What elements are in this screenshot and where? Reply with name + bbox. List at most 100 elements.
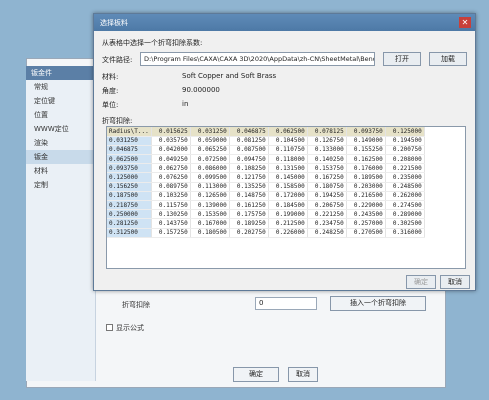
table-cell[interactable]: 0.094750	[229, 154, 269, 165]
table-cell[interactable]: 0.035750	[151, 136, 191, 146]
table-row[interactable]: 0.281250 0.143750 0.167000 0.189250 0.212500…	[107, 218, 425, 229]
table-row[interactable]: 0.046875 0.042000 0.065250 0.087500 0.110750…	[107, 145, 425, 156]
row-header-cell[interactable]: 0.046875	[107, 145, 152, 156]
row-header-cell[interactable]: 0.250000	[107, 209, 152, 220]
table-cell[interactable]: 0.206750	[307, 200, 347, 211]
table-cell[interactable]: 0.194500	[385, 136, 425, 146]
sidebar-item[interactable]: 渲染	[26, 136, 95, 150]
load-button[interactable]: 加载	[429, 52, 467, 66]
row-header-cell[interactable]: 0.312500	[107, 228, 152, 238]
table-cell[interactable]: 0.131500	[268, 163, 308, 174]
table-cell[interactable]: 0.316000	[385, 228, 425, 238]
sidebar-item[interactable]: WWW定位	[26, 122, 95, 136]
table-cell[interactable]: 0.087500	[229, 145, 269, 156]
sidebar-item[interactable]: 定位键	[26, 94, 95, 108]
row-header-cell[interactable]: 0.031250	[107, 136, 152, 146]
file-path-input[interactable]: D:\Program Files\CAXA\CAXA 3D\2020\AppDa…	[140, 52, 375, 66]
table-cell[interactable]: 0.126750	[307, 136, 347, 146]
dialog-titlebar[interactable]: 选择板料 ✕	[94, 14, 475, 31]
table-cell[interactable]: 0.081250	[229, 136, 269, 146]
bend-deduction-table[interactable]: Radius\T... 0.015625 0.031250 0.046875 0.062…	[106, 126, 466, 269]
table-cell[interactable]: 0.167000	[190, 218, 230, 229]
table-cell[interactable]: 0.167250	[307, 172, 347, 183]
table-cell[interactable]: 0.274500	[385, 200, 425, 211]
table-column-header[interactable]: 0.031250	[190, 127, 230, 137]
row-header-cell[interactable]: 0.062500	[107, 154, 152, 165]
table-cell[interactable]: 0.099500	[190, 172, 230, 183]
sidebar-item[interactable]: 定制	[26, 178, 95, 192]
table-column-header[interactable]: 0.046875	[229, 127, 269, 137]
table-cell[interactable]: 0.155250	[346, 145, 386, 156]
table-cell[interactable]: 0.113000	[190, 182, 230, 192]
table-cell[interactable]: 0.262000	[385, 191, 425, 202]
table-cell[interactable]: 0.121750	[229, 172, 269, 183]
table-cell[interactable]: 0.216500	[346, 191, 386, 202]
table-cell[interactable]: 0.161250	[229, 200, 269, 211]
close-icon[interactable]: ✕	[459, 17, 471, 28]
table-cell[interactable]: 0.189500	[346, 172, 386, 183]
table-cell[interactable]: 0.172000	[268, 191, 308, 202]
table-cell[interactable]: 0.126500	[190, 191, 230, 202]
row-header-cell[interactable]: 0.156250	[107, 182, 152, 192]
table-cell[interactable]: 0.149000	[346, 136, 386, 146]
table-cell[interactable]: 0.157250	[151, 228, 191, 238]
table-row[interactable]: 0.062500 0.049250 0.072500 0.094750 0.118000…	[107, 154, 425, 165]
table-row[interactable]: 0.312500 0.157250 0.180500 0.202750 0.226000…	[107, 228, 425, 238]
table-cell[interactable]: 0.104500	[268, 136, 308, 146]
dialog-cancel-button[interactable]: 取消	[440, 275, 470, 289]
table-cell[interactable]: 0.153750	[307, 163, 347, 174]
table-cell[interactable]: 0.042000	[151, 145, 191, 156]
table-row[interactable]: 0.187500 0.103250 0.126500 0.148750 0.172000…	[107, 191, 425, 202]
table-row[interactable]: 0.250000 0.130250 0.153500 0.175750 0.199000…	[107, 209, 425, 220]
table-cell[interactable]: 0.248500	[385, 182, 425, 192]
table-row[interactable]: 0.031250 0.035750 0.059000 0.081250 0.104500…	[107, 136, 425, 146]
table-column-header[interactable]: 0.125000	[385, 127, 425, 137]
table-cell[interactable]: 0.180750	[307, 182, 347, 192]
open-button[interactable]: 打开	[383, 52, 421, 66]
table-cell[interactable]: 0.072500	[190, 154, 230, 165]
table-cell[interactable]: 0.140250	[307, 154, 347, 165]
table-cell[interactable]: 0.108250	[229, 163, 269, 174]
table-cell[interactable]: 0.110750	[268, 145, 308, 156]
table-cell[interactable]: 0.148750	[229, 191, 269, 202]
table-cell[interactable]: 0.089750	[151, 182, 191, 192]
table-cell[interactable]: 0.221500	[385, 163, 425, 174]
table-cell[interactable]: 0.118000	[268, 154, 308, 165]
row-header-cell[interactable]: 0.125000	[107, 172, 152, 183]
table-cell[interactable]: 0.226000	[268, 228, 308, 238]
sidebar-item[interactable]: 位置	[26, 108, 95, 122]
table-cell[interactable]: 0.229000	[346, 200, 386, 211]
table-row[interactable]: 0.093750 0.062750 0.086000 0.108250 0.131500…	[107, 163, 425, 174]
sidebar-item[interactable]: 材料	[26, 164, 95, 178]
table-cell[interactable]: 0.103250	[151, 191, 191, 202]
table-cell[interactable]: 0.162500	[346, 154, 386, 165]
table-cell[interactable]: 0.139000	[190, 200, 230, 211]
table-cell[interactable]: 0.175750	[229, 209, 269, 220]
table-cell[interactable]: 0.145000	[268, 172, 308, 183]
table-cell[interactable]: 0.130250	[151, 209, 191, 220]
table-cell[interactable]: 0.302500	[385, 218, 425, 229]
table-cell[interactable]: 0.076250	[151, 172, 191, 183]
table-cell[interactable]: 0.200750	[385, 145, 425, 156]
table-column-header[interactable]: 0.078125	[307, 127, 347, 137]
table-cell[interactable]: 0.208000	[385, 154, 425, 165]
table-cell[interactable]: 0.143750	[151, 218, 191, 229]
row-header-cell[interactable]: 0.218750	[107, 200, 152, 211]
table-cell[interactable]: 0.289000	[385, 209, 425, 220]
table-row[interactable]: 0.156250 0.089750 0.113000 0.135250 0.158500…	[107, 182, 425, 192]
table-row[interactable]: 0.218750 0.115750 0.139000 0.161250 0.184500…	[107, 200, 425, 211]
table-column-header[interactable]: 0.093750	[346, 127, 386, 137]
bend-deduction-field[interactable]: 0	[255, 297, 317, 310]
table-cell[interactable]: 0.202750	[229, 228, 269, 238]
table-cell[interactable]: 0.153500	[190, 209, 230, 220]
table-cell[interactable]: 0.180500	[190, 228, 230, 238]
table-cell[interactable]: 0.235000	[385, 172, 425, 183]
table-cell[interactable]: 0.049250	[151, 154, 191, 165]
table-cell[interactable]: 0.059000	[190, 136, 230, 146]
parent-ok-button[interactable]: 确定	[233, 367, 279, 382]
table-cell[interactable]: 0.086000	[190, 163, 230, 174]
row-header-cell[interactable]: 0.187500	[107, 191, 152, 202]
table-cell[interactable]: 0.133000	[307, 145, 347, 156]
table-cell[interactable]: 0.184500	[268, 200, 308, 211]
table-column-header[interactable]: 0.015625	[151, 127, 191, 137]
